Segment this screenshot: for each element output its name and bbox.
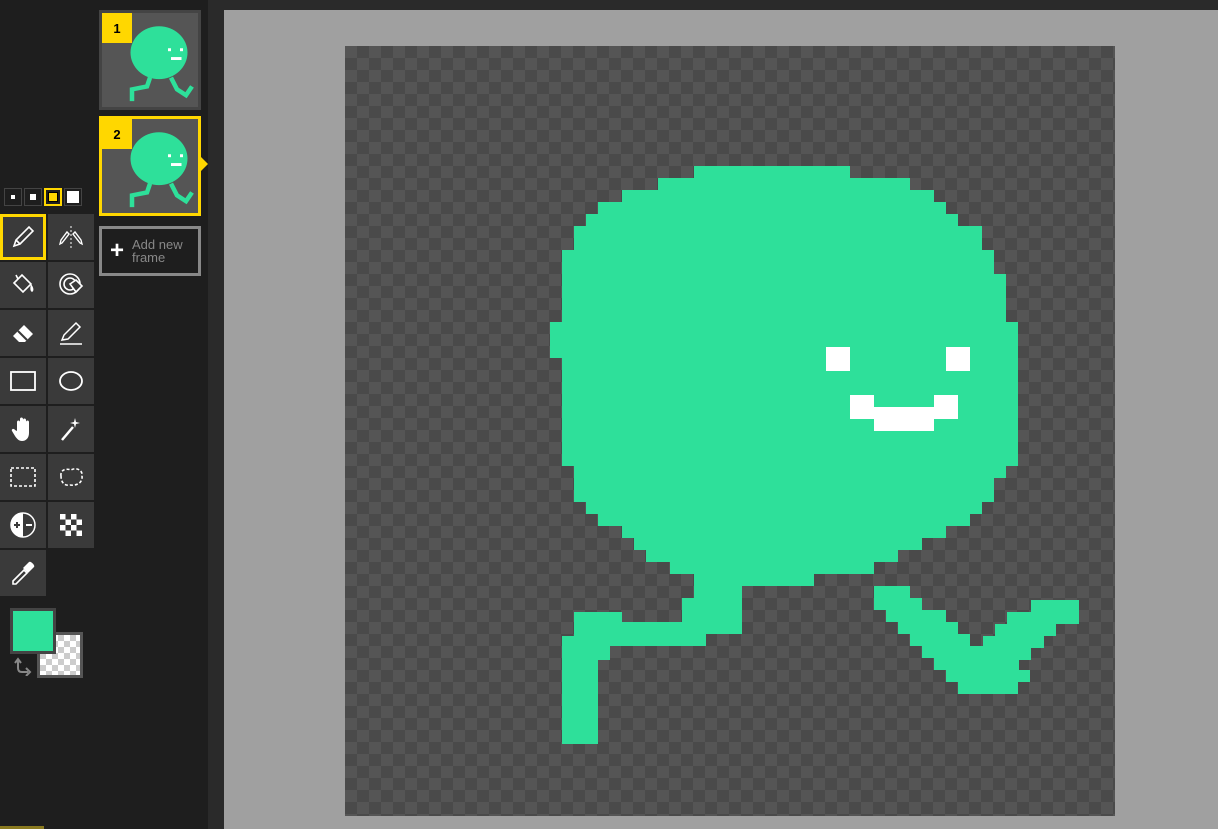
paint-bucket-icon: [12, 273, 34, 294]
sprite-pixel-run: [670, 562, 874, 574]
eraser-tool[interactable]: [0, 310, 46, 356]
circle-icon: [59, 371, 83, 391]
rectangle-tool[interactable]: [0, 358, 46, 404]
pen-size-1[interactable]: [4, 188, 22, 206]
sprite-pixel-run: [574, 612, 622, 636]
paint-all-same-color-icon: [59, 273, 84, 295]
sprite-face-pixel: [946, 347, 970, 371]
sprite-pixel-run: [898, 622, 958, 634]
rectangle-icon: [10, 371, 36, 391]
paint-all-same-color-tool[interactable]: [48, 262, 94, 308]
pen-size-4[interactable]: [64, 188, 82, 206]
frame-number: 1: [102, 13, 132, 43]
sprite-pixel-run: [562, 274, 1006, 322]
sprite-pixel-run: [586, 502, 982, 514]
vertical-mirror-pen-tool[interactable]: [48, 214, 94, 260]
rectangle-select-icon: [10, 467, 36, 487]
sprite-pixel-run: [574, 226, 982, 250]
pen-size-2[interactable]: [24, 188, 42, 206]
add-new-frame-label: Add new frame: [132, 237, 183, 265]
sprite-pixel-run: [646, 550, 898, 562]
sprite-pixel-run: [910, 634, 970, 646]
lighten-darken-icon: [10, 512, 36, 538]
tools-panel: [0, 0, 96, 829]
sprite-pixel-run: [586, 214, 958, 226]
magic-wand-tool[interactable]: [48, 406, 94, 452]
vertical-mirror-pen-icon: [58, 226, 84, 248]
sprite-pixel-run: [983, 636, 1044, 648]
eraser-icon: [13, 325, 33, 342]
swap-colors-icon[interactable]: [14, 656, 34, 676]
sprite-pixel-run: [694, 574, 814, 586]
sprite-pixel-run: [971, 648, 1031, 660]
selected-frame-arrow: [201, 157, 208, 171]
thumbnail-shape: [171, 163, 182, 166]
sprite-face-pixel: [826, 347, 850, 371]
sprite-pixel-run: [574, 478, 994, 502]
primary-color-swatch[interactable]: [10, 608, 56, 654]
color-picker-icon: [12, 561, 35, 585]
sprite-pixel-run: [694, 166, 850, 178]
dithering-icon: [60, 514, 82, 536]
sprite-face-pixel: [874, 407, 934, 431]
sprite-pixel-run: [562, 636, 610, 660]
frames-panel: 1 2 + Add new frame: [96, 0, 208, 829]
lasso-select-tool[interactable]: [48, 454, 94, 500]
stroke-icon: [60, 321, 82, 345]
color-picker-tool[interactable]: [0, 550, 46, 596]
stroke-tool[interactable]: [48, 310, 94, 356]
thumbnail-shape: [168, 48, 171, 52]
circle-tool[interactable]: [48, 358, 94, 404]
plus-icon: +: [109, 237, 124, 264]
pen-size-selector: [4, 188, 82, 206]
thumbnail-shape: [180, 48, 183, 52]
thumbnail-shape: [130, 132, 188, 186]
paint-bucket-tool[interactable]: [0, 262, 46, 308]
sprite-pixel-run: [958, 682, 1018, 694]
sprite-pixel-run: [658, 178, 910, 190]
frame-thumbnail-2[interactable]: 2: [99, 116, 201, 216]
magic-wand-icon: [61, 418, 80, 441]
drawing-canvas[interactable]: [345, 46, 1115, 816]
sprite-artwork: [550, 166, 1079, 744]
sprite-pixel-run: [995, 624, 1056, 636]
hand-icon: [11, 417, 29, 441]
sprite-pixel-run: [598, 514, 970, 526]
pen-tool[interactable]: [0, 214, 46, 260]
sprite-pixel-run: [874, 598, 922, 610]
pen-size-3[interactable]: [44, 188, 62, 206]
sprite-pixel-run: [622, 526, 946, 538]
add-new-frame-button[interactable]: + Add new frame: [99, 226, 201, 276]
thumbnail-shape: [168, 154, 171, 158]
sprite-pixel-run: [971, 660, 1019, 672]
move-tool[interactable]: [0, 406, 46, 452]
sprite-pixel-run: [1007, 612, 1079, 624]
sprite-pixel-run: [574, 466, 1006, 478]
sprite-pixel-run: [622, 190, 934, 202]
sprite-face-pixel: [934, 395, 958, 419]
dithering-tool[interactable]: [48, 502, 94, 548]
sprite-pixel-run: [634, 538, 922, 550]
thumbnail-shape: [171, 57, 182, 60]
thumbnail-shape: [180, 154, 183, 158]
sprite-face-pixel: [850, 395, 874, 419]
sprite-pixel-run: [886, 610, 946, 622]
pen-icon: [12, 225, 35, 248]
lasso-select-icon: [60, 468, 83, 486]
lighten-darken-tool[interactable]: [0, 502, 46, 548]
sprite-pixel-run: [1031, 600, 1079, 612]
rectangle-select-tool[interactable]: [0, 454, 46, 500]
thumbnail-shape: [130, 26, 188, 80]
sprite-pixel-run: [598, 202, 946, 214]
frame-thumbnail-1[interactable]: 1: [99, 10, 201, 110]
sprite-pixel-run: [874, 586, 910, 598]
sprite-pixel-run: [682, 598, 742, 622]
sprite-pixel-run: [562, 250, 994, 274]
sprite-pixel-run: [562, 660, 598, 744]
frame-number: 2: [102, 119, 132, 149]
top-bar: [224, 0, 1218, 10]
panel-divider[interactable]: [208, 0, 224, 829]
sprite-pixel-run: [622, 622, 742, 634]
